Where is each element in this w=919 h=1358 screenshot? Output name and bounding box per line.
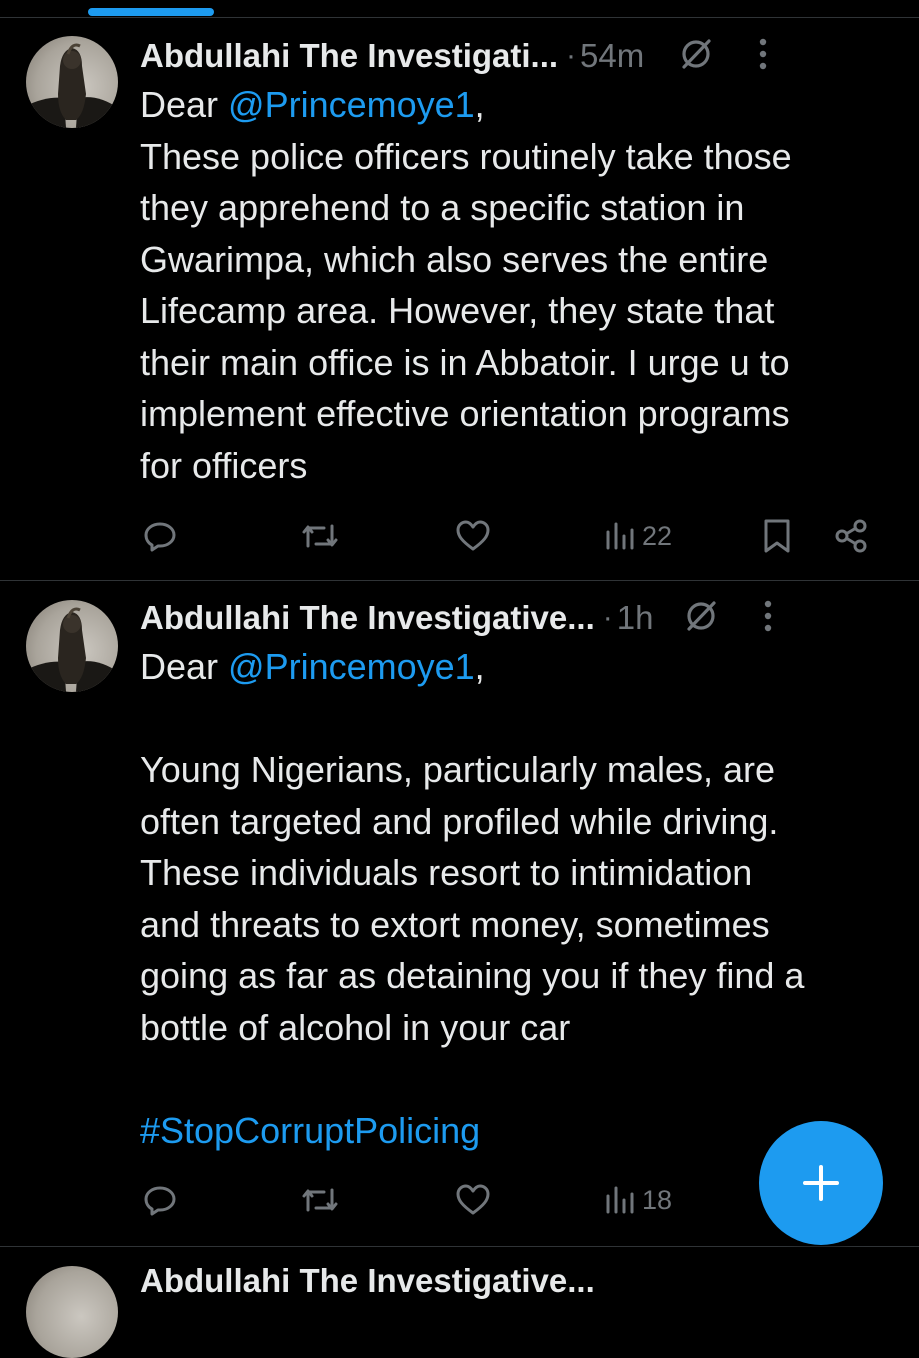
hashtag-link[interactable]: #StopCorruptPolicing	[140, 1110, 480, 1151]
reply-button[interactable]	[142, 518, 178, 554]
timestamp[interactable]: 1h	[617, 599, 654, 637]
author-name[interactable]: Abdullahi The Investigative...	[140, 1262, 595, 1300]
author-name[interactable]: Abdullahi The Investigati...	[140, 37, 558, 75]
tweet[interactable]: Abdullahi The Investigati... · 54m Dear …	[0, 0, 919, 580]
retweet-icon	[302, 524, 338, 548]
reply-icon	[144, 522, 176, 552]
greeting-text: Dear	[140, 646, 229, 687]
avatar-image	[26, 43, 118, 128]
views-count: 22	[642, 520, 673, 551]
avatar[interactable]	[26, 600, 118, 692]
separator-dot: ·	[566, 39, 577, 72]
more-icon[interactable]	[763, 599, 773, 638]
greeting-text: Dear	[140, 84, 229, 125]
avatar-image	[26, 607, 118, 692]
tweet-text: Dear @Princemoye1, Young Nigerians, part…	[140, 641, 900, 1156]
like-icon	[456, 520, 490, 551]
avatar[interactable]	[26, 36, 118, 128]
like-icon	[456, 1184, 490, 1215]
tweet-body-text: Young Nigerians, particularly males, are…	[140, 749, 805, 1048]
mention-link[interactable]: @Princemoye1	[228, 646, 475, 687]
reply-icon	[144, 1186, 176, 1216]
tweet-body-text: These police officers routinely take tho…	[140, 135, 792, 486]
retweet-button[interactable]	[300, 518, 340, 554]
views-button[interactable]: 18	[604, 1182, 672, 1218]
views-count: 18	[642, 1184, 673, 1215]
bookmark-icon	[764, 519, 790, 553]
separator-dot: ·	[602, 601, 613, 634]
more-icon[interactable]	[758, 37, 768, 76]
timestamp[interactable]: 54m	[580, 37, 644, 75]
plus-icon	[803, 1165, 839, 1201]
greeting-suffix: ,	[474, 646, 485, 687]
tweet-header: Abdullahi The Investigative... · 1h	[140, 595, 895, 641]
greeting-suffix: ,	[474, 84, 485, 125]
tweet-header: Abdullahi The Investigati... · 54m	[140, 33, 895, 79]
divider	[0, 1246, 919, 1247]
tweet-actions: 22	[140, 518, 880, 558]
grok-icon[interactable]	[676, 34, 716, 79]
mention-link[interactable]: @Princemoye1	[228, 84, 475, 125]
views-button[interactable]: 22	[604, 518, 672, 554]
retweet-button[interactable]	[300, 1182, 340, 1218]
like-button[interactable]	[454, 1182, 492, 1218]
share-button[interactable]	[833, 518, 869, 554]
share-icon	[835, 519, 867, 553]
reply-button[interactable]	[142, 1182, 178, 1218]
views-icon	[606, 522, 634, 550]
grok-icon[interactable]	[681, 596, 721, 641]
retweet-icon	[302, 1188, 338, 1212]
compose-button[interactable]	[759, 1121, 883, 1245]
tweet-text: Dear @Princemoye1, These police officers…	[140, 79, 900, 491]
author-name[interactable]: Abdullahi The Investigative...	[140, 599, 595, 637]
views-icon	[606, 1186, 634, 1214]
bookmark-button[interactable]	[762, 518, 792, 554]
like-button[interactable]	[454, 518, 492, 554]
